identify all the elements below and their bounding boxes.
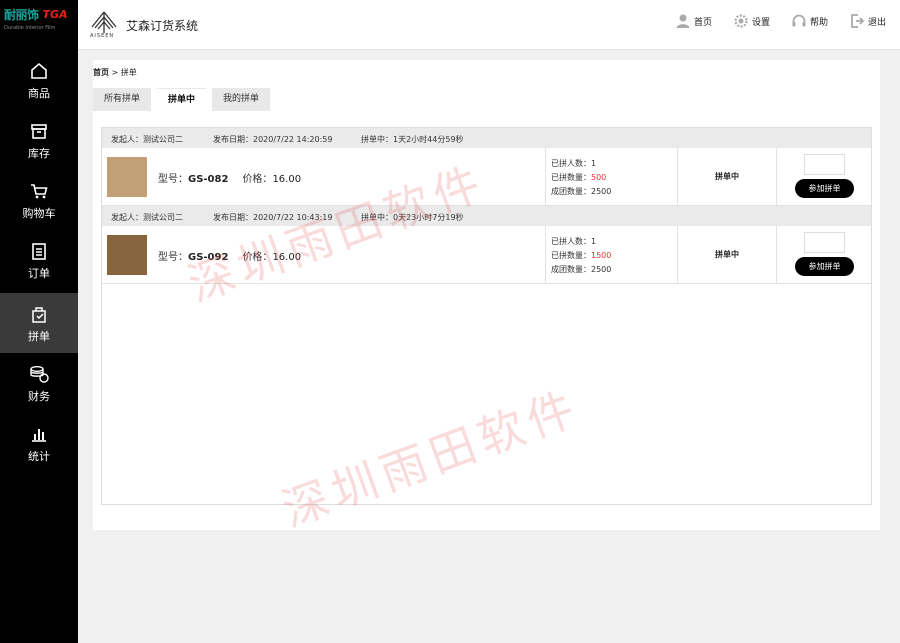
- group-buy-row: 型号：GS-092 价格：16.00 已拼人数：1 已拼数量：1500 成团数量：…: [102, 226, 871, 284]
- joined-qty: 500: [591, 173, 607, 182]
- sidebar-item-label: 购物车: [22, 206, 56, 220]
- headset-icon: [791, 13, 807, 29]
- group-buy-list: 发起人：测试公司二 发布日期：2020/7/22 14:20:59 拼单中：1天…: [101, 127, 872, 505]
- column-divider: [776, 226, 777, 284]
- user-icon: [675, 13, 691, 29]
- sidebar-item-inventory[interactable]: 库存: [0, 110, 78, 170]
- joined-qty: 1500: [591, 251, 612, 260]
- group-buy-icon: [28, 303, 50, 325]
- home-link[interactable]: 首页: [675, 13, 712, 29]
- model-number: GS-082: [188, 174, 229, 185]
- quantity-input[interactable]: [804, 154, 845, 175]
- top-header: AISEEN 艾森订货系统 首页 设置 帮助 退出: [78, 0, 900, 50]
- column-divider: [545, 148, 546, 206]
- column-divider: [545, 226, 546, 284]
- sidebar-item-label: 拼单: [28, 329, 50, 343]
- help-link-label: 帮助: [810, 17, 829, 28]
- cart-icon: [28, 180, 50, 202]
- home-link-label: 首页: [694, 17, 713, 28]
- target-qty: 2500: [591, 265, 612, 274]
- join-group-buy-button[interactable]: 参加拼单: [795, 257, 854, 276]
- joined-count: 1: [591, 237, 597, 246]
- group-header: 发起人：测试公司二 发布日期：2020/7/22 10:43:19 拼单中：0天…: [102, 206, 871, 226]
- publish-date: 发布日期：2020/7/22 14:20:59: [213, 135, 333, 144]
- status-text: 拼单中: [715, 250, 739, 259]
- sidebar-item-label: 财务: [28, 389, 50, 403]
- price-value: 16.00: [272, 252, 302, 263]
- help-link[interactable]: 帮助: [791, 13, 828, 29]
- status-text: 拼单中: [715, 172, 739, 181]
- tab-all-group-buys[interactable]: 所有拼单: [93, 88, 152, 111]
- gear-icon: [733, 13, 749, 29]
- product-swatch: [107, 157, 147, 197]
- countdown: 拼单中：0天23小时7分19秒: [361, 213, 464, 222]
- model-number: GS-092: [188, 252, 229, 263]
- sidebar-item-stats[interactable]: 统计: [0, 413, 78, 473]
- model-label: 型号：: [158, 174, 188, 185]
- main-content: 首页 > 拼单 所有拼单 拼单中 我的拼单 发起人：测试公司二 发布日期：202…: [93, 60, 880, 530]
- quantity-input[interactable]: [804, 232, 845, 253]
- group-stats: 已拼人数：1 已拼数量：1500 成团数量：2500: [551, 235, 611, 277]
- inventory-icon: [28, 120, 50, 142]
- target-label: 成团数量：: [551, 265, 591, 274]
- logout-link[interactable]: 退出: [849, 13, 886, 29]
- column-divider: [677, 148, 678, 206]
- home-icon: [28, 60, 50, 82]
- joined-count: 1: [591, 159, 597, 168]
- price-value: 16.00: [272, 174, 302, 185]
- settings-link-label: 设置: [752, 17, 771, 28]
- order-icon: [28, 240, 50, 262]
- product-swatch: [107, 235, 147, 275]
- initiator: 发起人：测试公司二: [111, 213, 183, 222]
- sidebar-item-orders[interactable]: 订单: [0, 230, 78, 290]
- sidebar-item-label: 商品: [28, 86, 50, 100]
- sidebar-item-products[interactable]: 商品: [0, 50, 78, 110]
- product-info: 型号：GS-082 价格：16.00: [158, 170, 301, 185]
- logo-text: AISEEN: [90, 33, 115, 39]
- publish-date: 发布日期：2020/7/22 10:43:19: [213, 213, 333, 222]
- initiator: 发起人：测试公司二: [111, 135, 183, 144]
- tab-in-progress[interactable]: 拼单中: [157, 88, 207, 111]
- price-label: 价格：: [242, 252, 273, 263]
- sidebar-item-finance[interactable]: 财务: [0, 353, 78, 413]
- tab-bar: 所有拼单 拼单中 我的拼单: [93, 88, 271, 111]
- joined-label: 已拼人数：: [551, 159, 591, 168]
- join-group-buy-button[interactable]: 参加拼单: [795, 179, 854, 198]
- sidebar: 耐丽饰 TGA Durable Interior Film 商品 库存 购物车 …: [0, 0, 78, 643]
- tab-my-group-buys[interactable]: 我的拼单: [212, 88, 271, 111]
- brand-logo: 耐丽饰 TGA Durable Interior Film: [0, 0, 78, 46]
- sidebar-item-group-buy[interactable]: 拼单: [0, 293, 78, 353]
- column-divider: [776, 148, 777, 206]
- sidebar-item-label: 统计: [28, 449, 50, 463]
- qty-label: 已拼数量：: [551, 173, 591, 182]
- sidebar-item-label: 订单: [28, 266, 50, 280]
- logout-icon: [849, 13, 865, 29]
- sidebar-item-cart[interactable]: 购物车: [0, 170, 78, 230]
- breadcrumb-separator: >: [111, 68, 119, 77]
- column-divider: [677, 226, 678, 284]
- brand-tga: TGA: [42, 8, 68, 21]
- target-label: 成团数量：: [551, 187, 591, 196]
- sidebar-item-label: 库存: [28, 146, 50, 160]
- coins-icon: [28, 363, 50, 385]
- target-qty: 2500: [591, 187, 612, 196]
- bar-chart-icon: [28, 423, 50, 445]
- joined-label: 已拼人数：: [551, 237, 591, 246]
- brand-tagline: Durable Interior Film: [4, 25, 56, 31]
- settings-link[interactable]: 设置: [733, 13, 770, 29]
- breadcrumb-home[interactable]: 首页: [93, 68, 109, 77]
- breadcrumb-current: 拼单: [120, 68, 137, 77]
- price-label: 价格：: [242, 174, 273, 185]
- model-label: 型号：: [158, 252, 188, 263]
- group-buy-row: 型号：GS-082 价格：16.00 已拼人数：1 已拼数量：500 成团数量：2…: [102, 148, 871, 206]
- app-title: 艾森订货系统: [126, 19, 199, 33]
- product-info: 型号：GS-092 价格：16.00: [158, 248, 301, 263]
- group-stats: 已拼人数：1 已拼数量：500 成团数量：2500: [551, 157, 611, 199]
- countdown: 拼单中：1天2小时44分59秒: [361, 135, 464, 144]
- breadcrumb: 首页 > 拼单: [93, 67, 137, 78]
- qty-label: 已拼数量：: [551, 251, 591, 260]
- logout-link-label: 退出: [868, 17, 887, 28]
- group-header: 发起人：测试公司二 发布日期：2020/7/22 14:20:59 拼单中：1天…: [102, 128, 871, 148]
- brand-name: 耐丽饰: [4, 8, 39, 22]
